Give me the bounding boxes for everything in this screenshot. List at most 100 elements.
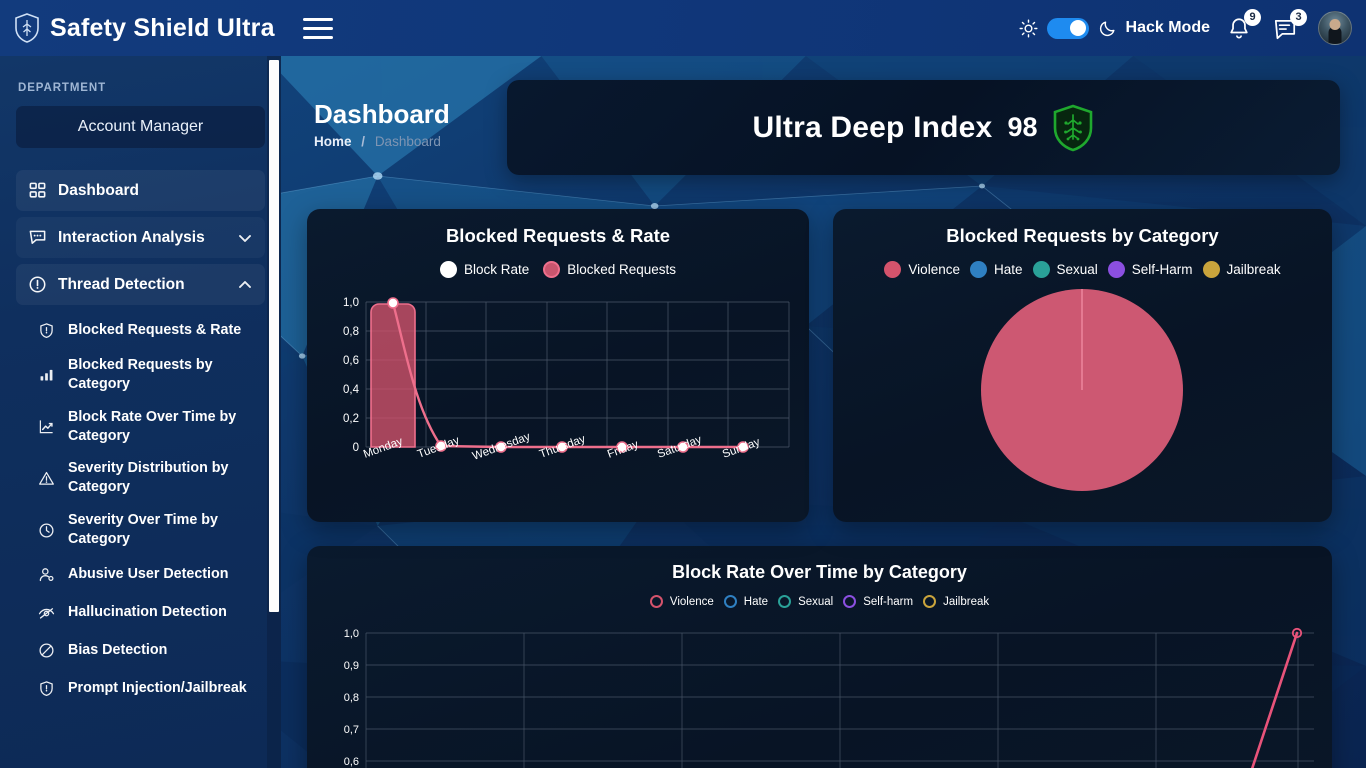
sidebar-subitem-severity-over-time[interactable]: Severity Over Time by Category (16, 504, 265, 556)
page-title-block: Dashboard Home / Dashboard (307, 80, 507, 149)
legend-swatch (543, 261, 561, 278)
alert-circle-icon (29, 276, 46, 293)
blocked-requests-pie-chart (981, 289, 1183, 491)
svg-text:0,7: 0,7 (344, 724, 359, 736)
legend-label: Sexual (798, 595, 834, 608)
legend-item-hate[interactable]: Hate (969, 261, 1023, 278)
svg-text:Thursday: Thursday (538, 433, 587, 461)
svg-text:0,8: 0,8 (343, 326, 359, 338)
department-section-label: DEPARTMENT (18, 82, 107, 94)
legend-label: Blocked Requests (567, 262, 677, 277)
legend-swatch (723, 595, 737, 608)
sidebar: DEPARTMENT Account Manager Dashboard Int… (0, 56, 281, 768)
grid-icon (29, 182, 46, 198)
theme-toggle-group[interactable]: Hack Mode (1019, 17, 1210, 39)
sidebar-subitem-prompt-injection-jailbreak[interactable]: Prompt Injection/Jailbreak (16, 670, 265, 708)
page-title: Dashboard (314, 99, 450, 129)
sidebar-item-dashboard[interactable]: Dashboard (16, 170, 265, 211)
breadcrumb-home[interactable]: Home (314, 134, 352, 149)
card-blocked-requests-rate: Blocked Requests & Rate Block Rate Block… (307, 209, 809, 522)
sidebar-subitem-hallucination-detection[interactable]: Hallucination Detection (16, 594, 265, 632)
green-shield-icon (1054, 104, 1093, 151)
hack-mode-label: Hack Mode (1125, 19, 1210, 36)
sidebar-subitem-label: Block Rate Over Time by Category (68, 408, 237, 444)
ultra-deep-index-title: Ultra Deep Index (752, 110, 993, 144)
chart-title: Blocked Requests by Category (946, 225, 1219, 246)
shield-alert-icon (40, 322, 53, 338)
legend-item-jailbreak[interactable]: Jailbreak (923, 595, 989, 608)
sidebar-item-label: Interaction Analysis (58, 228, 205, 246)
sidebar-subitem-label: Severity Distribution by Category (68, 460, 229, 496)
legend-item-sexual[interactable]: Sexual (778, 595, 833, 608)
legend-item-sexual[interactable]: Sexual (1032, 261, 1098, 278)
sidebar-subitem-bias-detection[interactable]: Bias Detection (16, 632, 265, 670)
hack-mode-toggle[interactable] (1046, 17, 1089, 39)
breadcrumb: Home / Dashboard (314, 134, 507, 149)
legend-item-jailbreak[interactable]: Jailbreak (1202, 261, 1281, 278)
legend-swatch (778, 595, 792, 608)
sidebar-item-thread-detection[interactable]: Thread Detection (16, 264, 265, 305)
legend-label: Block Rate (463, 262, 530, 277)
ultra-deep-index-card: Ultra Deep Index 98 (507, 80, 1340, 175)
legend-item-violence[interactable]: Violence (884, 261, 960, 278)
legend-swatch (923, 595, 937, 608)
legend-item-violence[interactable]: Violence (649, 595, 714, 608)
notifications-badge: 9 (1244, 9, 1261, 26)
eye-off-icon (38, 608, 55, 619)
chart-plot-area: 1,0 0,9 0,8 0,7 0,6 (319, 618, 1320, 768)
brand[interactable]: Safety Shield Ultra (0, 13, 275, 43)
legend-item-hate[interactable]: Hate (723, 595, 768, 608)
department-selector[interactable]: Account Manager (16, 106, 265, 148)
legend-label: Jailbreak (943, 595, 990, 608)
hamburger-icon[interactable] (302, 15, 333, 41)
legend-item-self-harm[interactable]: Self-harm (843, 595, 913, 608)
chart-legend: Violence Hate Sexual Self-Harm Jailbreak (845, 261, 1320, 278)
warning-triangle-icon (39, 471, 54, 485)
ultra-deep-index-value: 98 (1007, 112, 1038, 142)
legend-label: Sexual (1056, 262, 1098, 277)
chart-plot-area (845, 288, 1320, 496)
avatar[interactable] (1318, 11, 1352, 45)
legend-item-self-harm[interactable]: Self-Harm (1107, 261, 1193, 278)
svg-text:Saturday: Saturday (656, 434, 704, 461)
sidebar-item-label: Dashboard (58, 181, 139, 199)
messages-badge: 3 (1290, 9, 1307, 26)
bar-chart-icon (40, 370, 53, 381)
main-content: Dashboard Home / Dashboard Ultra Deep In… (281, 56, 1366, 768)
legend-item-blocked-requests[interactable]: Blocked Requests (543, 261, 676, 278)
sidebar-subitem-block-rate-over-time[interactable]: Block Rate Over Time by Category (16, 401, 265, 453)
chevron-down-icon (239, 234, 251, 242)
legend-label: Self-harm (863, 595, 914, 608)
legend-swatch (969, 261, 987, 278)
svg-text:0,4: 0,4 (343, 384, 360, 396)
shield-logo-icon (15, 13, 39, 43)
sidebar-subitem-severity-distribution[interactable]: Severity Distribution by Category (16, 452, 265, 504)
messages-button[interactable]: 3 (1272, 9, 1307, 43)
moon-icon (1099, 20, 1115, 36)
legend-label: Self-Harm (1131, 262, 1193, 277)
legend-label: Violence (669, 595, 714, 608)
sidebar-subitem-blocked-requests-rate[interactable]: Blocked Requests & Rate (16, 311, 265, 349)
svg-text:0,8: 0,8 (344, 692, 359, 704)
chat-bubble-icon (29, 230, 46, 244)
sidebar-subitem-label: Prompt Injection/Jailbreak (68, 680, 247, 697)
chart-legend: Block Rate Blocked Requests (319, 261, 797, 278)
notifications-button[interactable]: 9 (1226, 9, 1261, 43)
svg-text:1,0: 1,0 (344, 628, 359, 640)
chart-legend: Violence Hate Sexual Self-harm Jailbreak (319, 595, 1320, 608)
sidebar-item-interaction-analysis[interactable]: Interaction Analysis (16, 217, 265, 258)
sidebar-subitem-abusive-user-detection[interactable]: Abusive User Detection (16, 556, 265, 594)
legend-item-block-rate[interactable]: Block Rate (439, 261, 530, 278)
sidebar-subitem-label: Bias Detection (68, 642, 168, 659)
block-rate-line (391, 301, 745, 449)
slash-circle-icon (39, 643, 54, 658)
svg-text:0,2: 0,2 (343, 413, 359, 425)
svg-text:0,9: 0,9 (344, 660, 359, 672)
sidebar-scrollbar-thumb[interactable] (269, 60, 279, 612)
chevron-up-icon (239, 280, 251, 288)
sidebar-scrollbar[interactable] (267, 56, 281, 768)
sidebar-subitem-label: Blocked Requests & Rate (68, 321, 242, 338)
svg-text:0: 0 (353, 442, 359, 454)
chart-plot-area: 1,0 0,8 0,6 0,4 0,2 0 Monday Tuesday Wed… (319, 288, 797, 493)
sidebar-subitem-blocked-requests-category[interactable]: Blocked Requests by Category (16, 349, 265, 401)
